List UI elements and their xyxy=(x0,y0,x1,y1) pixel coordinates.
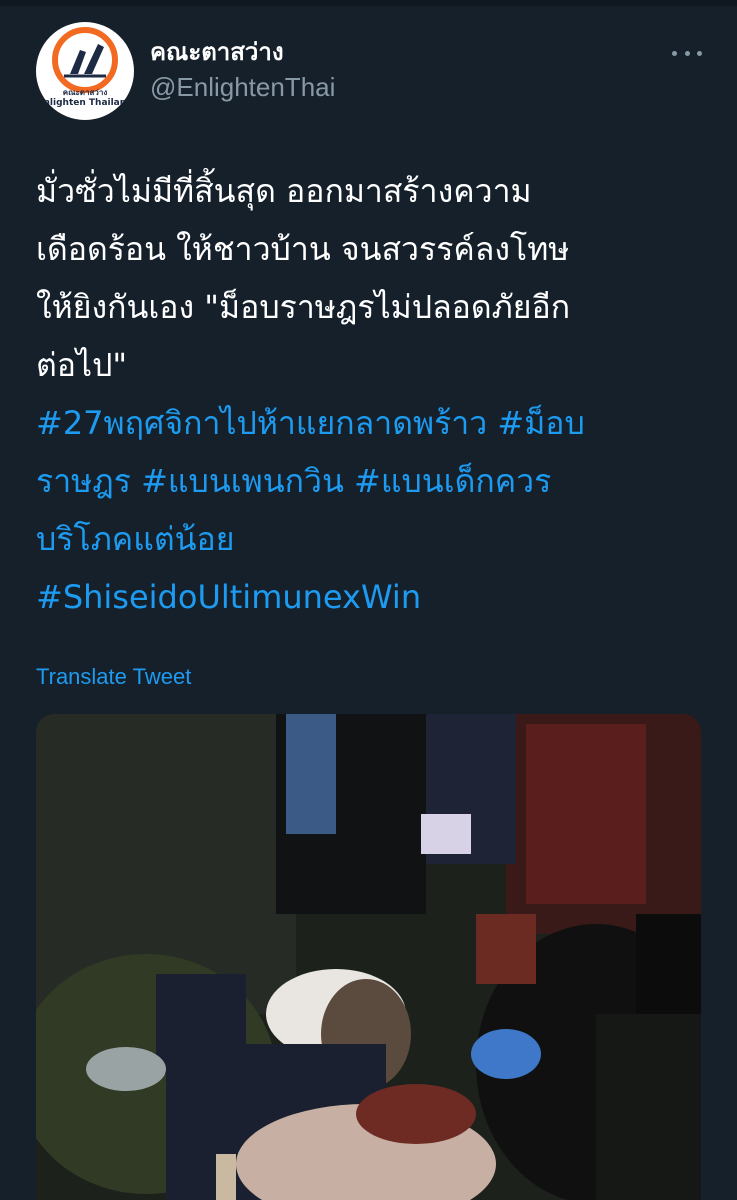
tweet-text-line: มั่วซั่วไม่มีที่สิ้นสุด ออกมาสร้างความ xyxy=(36,172,532,210)
avatar[interactable]: คณะตาสว่าง Enlighten Thailand xyxy=(36,22,134,120)
dot xyxy=(684,50,690,56)
hashtag-link[interactable]: #ม็อบ xyxy=(487,404,584,442)
photo-scene xyxy=(36,714,701,1200)
tweet-text-line: ต่อไป" xyxy=(36,346,128,384)
hashtag-link[interactable]: ราษฎร xyxy=(36,462,131,500)
hashtag-link[interactable]: #แบนเด็กควร xyxy=(344,462,551,500)
translate-tweet-link[interactable]: Translate Tweet xyxy=(36,664,191,690)
hashtag-line: บริโภคแต่น้อย xyxy=(36,510,706,568)
tweet-text-line: เดือดร้อน ให้ชาวบ้าน จนสวรรค์ลงโทษ xyxy=(36,230,570,268)
avatar-brand-text: Enlighten Thailand xyxy=(37,98,133,108)
tweet-text-line: ให้ยิงกันเอง "ม็อบราษฎรไม่ปลอดภัยอีก xyxy=(36,288,571,326)
hashtag-link[interactable]: #แบนเพนกวิน xyxy=(131,462,344,500)
more-options-icon[interactable] xyxy=(672,46,702,60)
hashtag-link[interactable]: #27พฤศจิกาไปห้าแยกลาดพร้าว xyxy=(36,404,487,442)
hashtag-line: #27พฤศจิกาไปห้าแยกลาดพร้าว #ม็อบ xyxy=(36,394,706,452)
hashtag-line: ราษฎร #แบนเพนกวิน #แบนเด็กควร xyxy=(36,452,706,510)
user-handle[interactable]: @EnlightenThai xyxy=(150,72,335,103)
hashtag-line: #ShiseidoUltimunexWin xyxy=(36,568,706,626)
dot xyxy=(697,50,702,56)
hashtag-link[interactable]: บริโภคแต่น้อย xyxy=(36,520,234,558)
hashtag-link[interactable]: #ShiseidoUltimunexWin xyxy=(36,578,421,616)
dot xyxy=(672,50,677,56)
tweet-photo[interactable] xyxy=(36,714,701,1200)
display-name[interactable]: คณะตาสว่าง xyxy=(150,32,284,71)
hashtag-block: #27พฤศจิกาไปห้าแยกลาดพร้าว #ม็อบ ราษฎร #… xyxy=(36,394,706,626)
tweet-text: มั่วซั่วไม่มีที่สิ้นสุด ออกมาสร้างความ เ… xyxy=(36,162,706,394)
top-divider xyxy=(0,0,737,6)
